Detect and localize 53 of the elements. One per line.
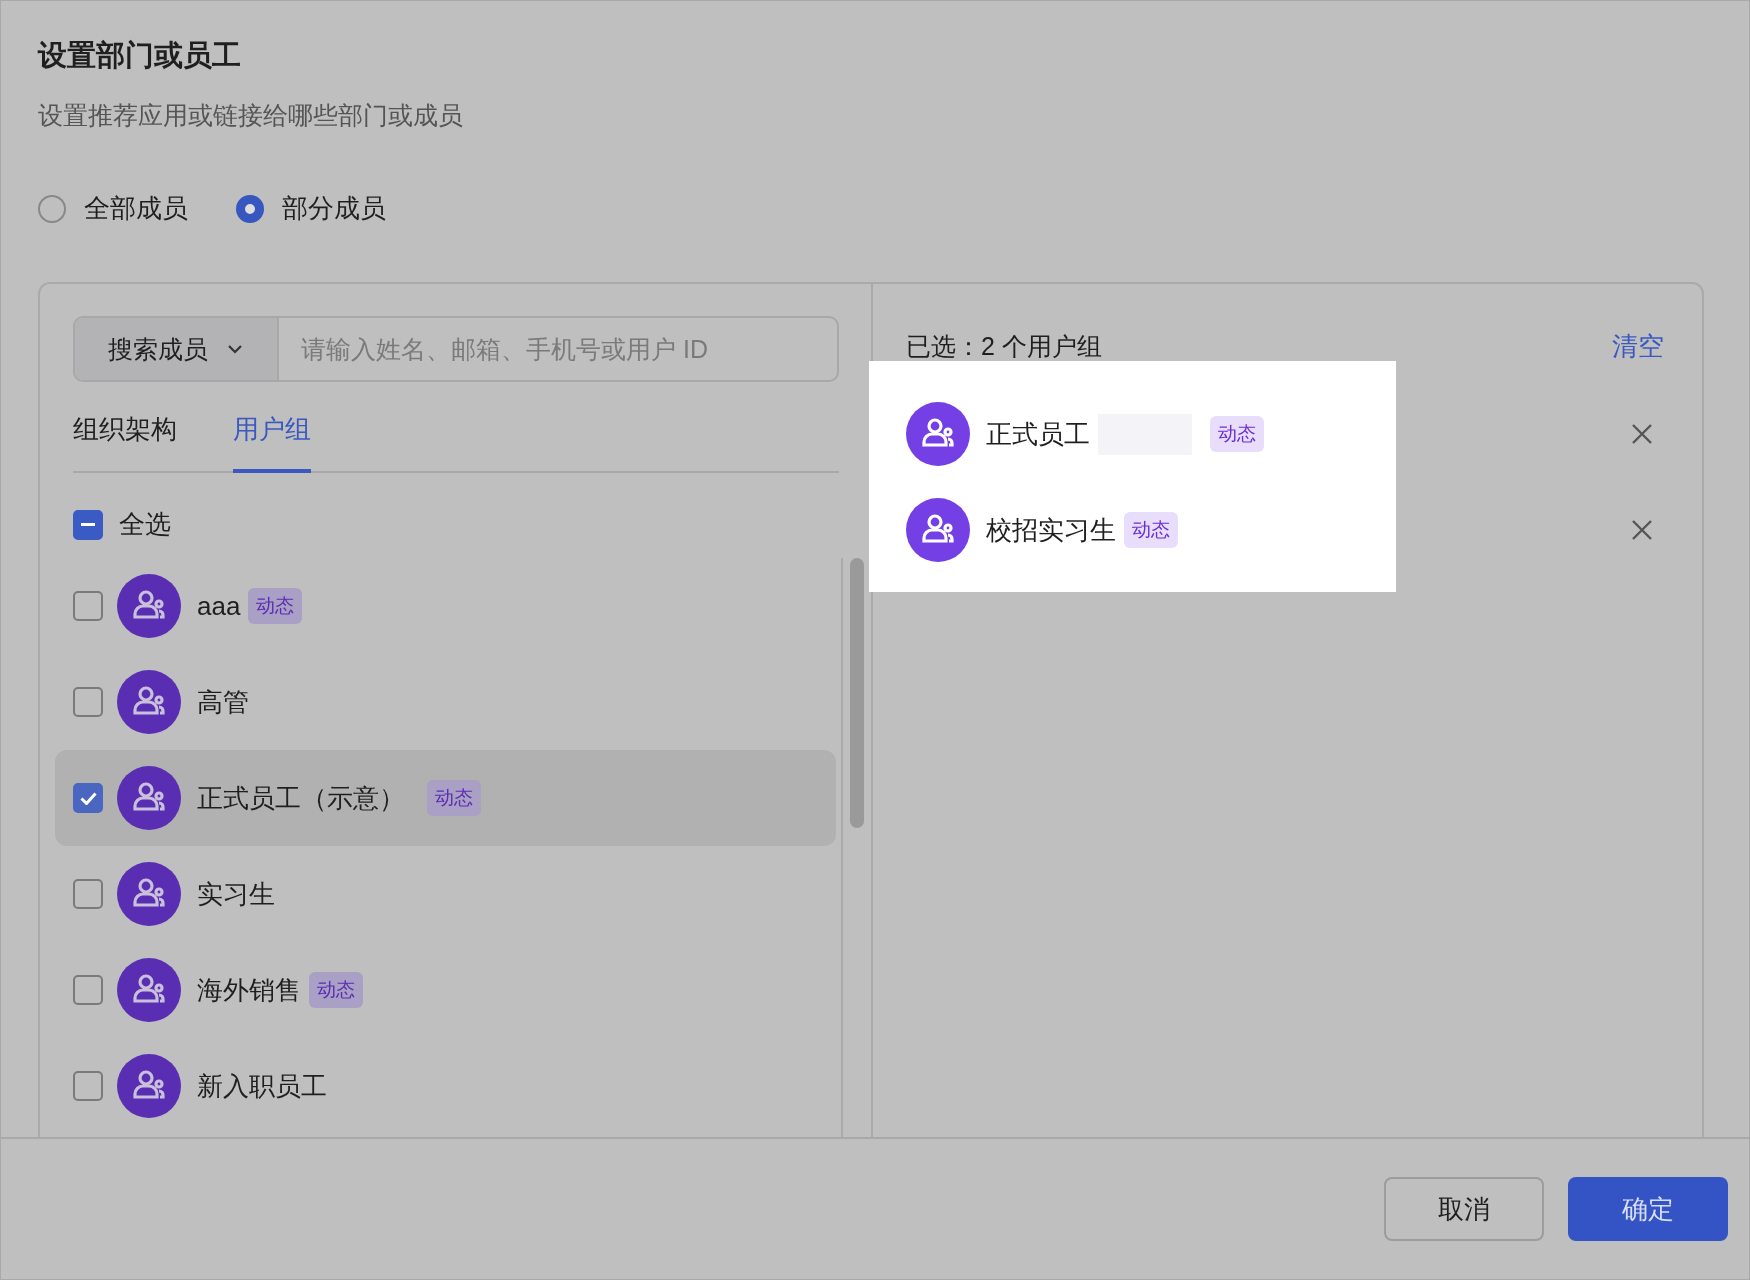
close-icon[interactable] xyxy=(1630,422,1654,446)
checkbox[interactable] xyxy=(73,591,103,621)
checkbox[interactable] xyxy=(73,879,103,909)
user-group-avatar-icon xyxy=(117,958,181,1022)
group-name: 正式员工 xyxy=(986,413,1192,455)
confirm-button[interactable]: 确定 xyxy=(1568,1177,1728,1241)
group-name: 校招实习生 xyxy=(986,513,1116,547)
radio-label[interactable]: 全部成员 xyxy=(84,191,188,226)
close-icon[interactable] xyxy=(1630,518,1654,542)
user-group-avatar-icon xyxy=(117,862,181,926)
user-group-avatar-icon xyxy=(906,498,970,562)
list-row[interactable]: 实习生 xyxy=(55,846,836,942)
group-name: 海外销售 xyxy=(197,973,301,1007)
dialog-title: 设置部门或员工 xyxy=(38,38,242,73)
select-all-label[interactable]: 全选 xyxy=(119,507,171,542)
list-row[interactable]: 新入职员工 xyxy=(55,1038,836,1134)
user-group-avatar-icon xyxy=(117,670,181,734)
user-group-avatar-icon xyxy=(117,1054,181,1118)
group-name: aaa xyxy=(197,590,241,622)
radio-button[interactable] xyxy=(236,194,264,223)
dynamic-tag: 动态 xyxy=(248,588,303,624)
radio-label[interactable]: 部分成员 xyxy=(282,191,386,226)
group-name: 实习生 xyxy=(197,877,275,911)
list-row[interactable]: 高管 xyxy=(55,654,836,750)
checkbox[interactable] xyxy=(73,1071,103,1101)
dropdown-label: 搜索成员 xyxy=(108,333,208,365)
list-row[interactable]: aaa 动态 xyxy=(55,558,836,654)
cancel-button[interactable]: 取消 xyxy=(1384,1177,1544,1241)
user-group-avatar-icon xyxy=(117,574,181,638)
dynamic-tag: 动态 xyxy=(1124,512,1178,548)
tab[interactable]: 组织架构 xyxy=(73,404,177,473)
search-type-dropdown[interactable]: 搜索成员 xyxy=(75,318,279,380)
list-row[interactable]: 正式员工（示意） 动态 xyxy=(55,750,836,846)
user-group-avatar-icon xyxy=(906,402,970,466)
check-icon xyxy=(79,791,97,805)
minus-icon xyxy=(81,522,95,527)
selected-summary: 已选：2 个用户组 xyxy=(906,330,1102,362)
dialog-subtitle: 设置推荐应用或链接给哪些部门或成员 xyxy=(38,100,464,131)
group-name: 高管 xyxy=(197,685,249,719)
dynamic-tag: 动态 xyxy=(427,780,481,816)
checkbox[interactable] xyxy=(73,975,103,1005)
checkbox[interactable] xyxy=(73,687,103,717)
checkbox[interactable] xyxy=(73,783,103,813)
list-row[interactable]: 海外销售 动态 xyxy=(55,942,836,1038)
dynamic-tag: 动态 xyxy=(1210,416,1264,452)
search-field[interactable]: 搜索成员 请输入姓名、邮箱、手机号或用户 ID xyxy=(73,316,839,382)
user-group-avatar-icon xyxy=(117,766,181,830)
checkbox[interactable] xyxy=(73,509,103,540)
group-name: 新入职员工 xyxy=(197,1069,327,1103)
radio-button[interactable] xyxy=(38,194,66,223)
dynamic-tag: 动态 xyxy=(309,972,363,1008)
scrollbar-thumb[interactable] xyxy=(850,558,864,828)
group-name: 正式员工（示意） xyxy=(197,781,405,815)
